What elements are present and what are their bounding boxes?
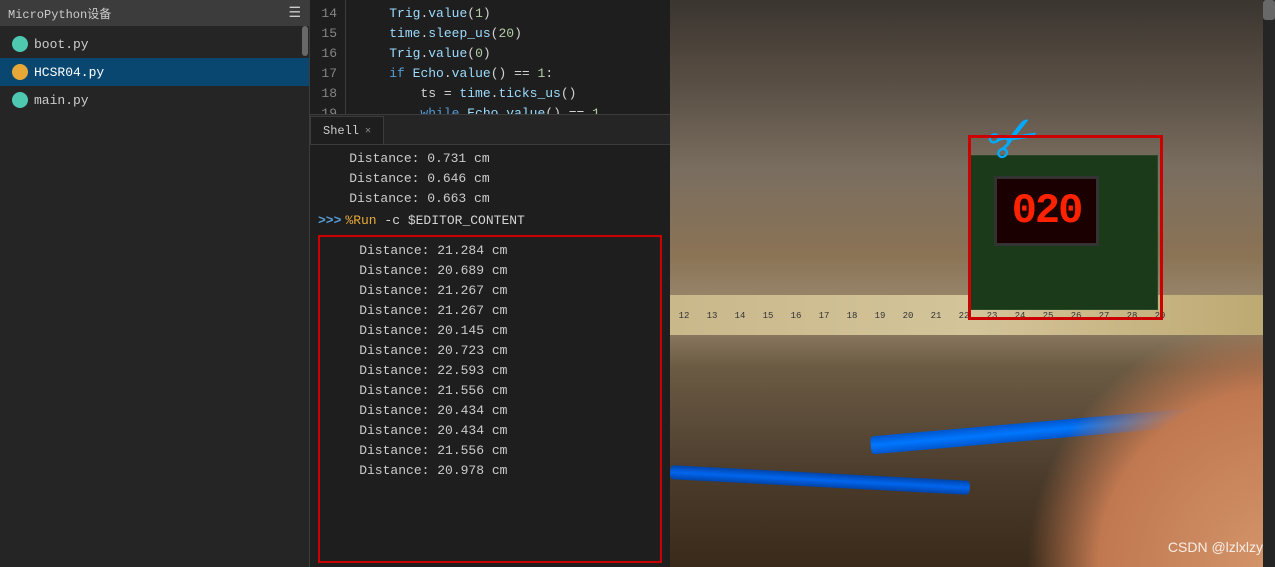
- code-line: Trig.value(1): [358, 4, 670, 24]
- shell-command-text: %Run -c $EDITOR_CONTENT: [345, 211, 524, 231]
- ruler-mark: 18: [838, 310, 866, 321]
- image-scrollbar-thumb[interactable]: [1263, 0, 1275, 20]
- output-box: Distance: 21.284 cm Distance: 20.689 cm …: [318, 235, 662, 563]
- file-name-label: HCSR04.py: [34, 65, 104, 80]
- code-line: while Echo.value() == 1: [358, 104, 670, 114]
- image-panel: 121314151617181920212223242526272829 020…: [670, 0, 1275, 567]
- shell-tab[interactable]: Shell ✕: [310, 116, 384, 144]
- file-icon: [12, 36, 28, 52]
- output-line: Distance: 21.556 cm: [328, 381, 652, 401]
- sidebar-menu-icon[interactable]: ☰: [288, 5, 301, 22]
- sidebar-file-item[interactable]: HCSR04.py: [0, 58, 309, 86]
- sidebar-file-item[interactable]: boot.py: [0, 30, 309, 58]
- code-content[interactable]: Trig.value(1) time.sleep_us(20) Trig.val…: [346, 0, 670, 114]
- hand-decoration: [1025, 317, 1275, 567]
- line-number: 18: [314, 84, 337, 104]
- line-number: 15: [314, 24, 337, 44]
- ruler-mark: 16: [782, 310, 810, 321]
- shell-pre-output: Distance: 0.731 cm Distance: 0.646 cm Di…: [318, 149, 662, 209]
- shell-tab-close-icon[interactable]: ✕: [365, 125, 371, 137]
- shell-pre-output-line: Distance: 0.663 cm: [318, 189, 662, 209]
- image-scrollbar[interactable]: [1263, 0, 1275, 567]
- ruler-mark: 17: [810, 310, 838, 321]
- ruler-mark: 20: [894, 310, 922, 321]
- code-line: time.sleep_us(20): [358, 24, 670, 44]
- line-number: 19: [314, 104, 337, 114]
- output-line: Distance: 22.593 cm: [328, 361, 652, 381]
- file-icon: [12, 64, 28, 80]
- file-name-label: main.py: [34, 93, 89, 108]
- line-numbers: 141516171819: [310, 0, 346, 114]
- output-line: Distance: 20.689 cm: [328, 261, 652, 281]
- ruler-mark: 21: [922, 310, 950, 321]
- output-line: Distance: 20.434 cm: [328, 421, 652, 441]
- shell-pre-output-line: Distance: 0.646 cm: [318, 169, 662, 189]
- line-number: 17: [314, 64, 337, 84]
- output-line: Distance: 21.556 cm: [328, 441, 652, 461]
- output-line: Distance: 21.267 cm: [328, 281, 652, 301]
- shell-content[interactable]: Distance: 0.731 cm Distance: 0.646 cm Di…: [310, 145, 670, 567]
- shell-pre-output-line: Distance: 0.731 cm: [318, 149, 662, 169]
- shell-run-keyword: %Run: [345, 213, 376, 228]
- code-line: ts = time.ticks_us(): [358, 84, 670, 104]
- sidebar-scrollbar-thumb[interactable]: [302, 26, 308, 56]
- output-line: Distance: 20.145 cm: [328, 321, 652, 341]
- shell-command-line: >>> %Run -c $EDITOR_CONTENT: [318, 211, 662, 231]
- sidebar-title: MicroPython设备: [8, 5, 111, 22]
- output-line: Distance: 21.284 cm: [328, 241, 652, 261]
- watermark: CSDN @lzlxlzy: [1168, 539, 1263, 555]
- output-line: Distance: 20.978 cm: [328, 461, 652, 481]
- shell-area: Shell ✕ Distance: 0.731 cm Distance: 0.6…: [310, 115, 670, 567]
- output-line: Distance: 20.434 cm: [328, 401, 652, 421]
- line-number: 14: [314, 4, 337, 24]
- sidebar-scrollbar[interactable]: [301, 26, 309, 567]
- sidebar-file-item[interactable]: main.py: [0, 86, 309, 114]
- code-lines: 141516171819 Trig.value(1) time.sleep_us…: [310, 0, 670, 114]
- image-highlight-box: [968, 135, 1163, 320]
- file-list: boot.py HCSR04.py main.py: [0, 26, 309, 567]
- shell-command-args: -c $EDITOR_CONTENT: [377, 213, 525, 228]
- ruler-mark: 12: [670, 310, 698, 321]
- ruler-mark: 15: [754, 310, 782, 321]
- line-number: 16: [314, 44, 337, 64]
- image-background: 121314151617181920212223242526272829 020…: [670, 0, 1275, 567]
- shell-prompt: >>>: [318, 211, 341, 231]
- output-line: Distance: 20.723 cm: [328, 341, 652, 361]
- output-line: Distance: 21.267 cm: [328, 301, 652, 321]
- main-content: 141516171819 Trig.value(1) time.sleep_us…: [310, 0, 670, 567]
- ruler-mark: 14: [726, 310, 754, 321]
- ruler-mark: 19: [866, 310, 894, 321]
- file-icon: [12, 92, 28, 108]
- code-line: Trig.value(0): [358, 44, 670, 64]
- shell-tab-bar: Shell ✕: [310, 115, 670, 145]
- shell-tab-label: Shell: [323, 124, 359, 138]
- file-sidebar: MicroPython设备 ☰ boot.py HCSR04.py main.py: [0, 0, 310, 567]
- file-name-label: boot.py: [34, 37, 89, 52]
- code-editor: 141516171819 Trig.value(1) time.sleep_us…: [310, 0, 670, 115]
- code-line: if Echo.value() == 1:: [358, 64, 670, 84]
- ruler-mark: 13: [698, 310, 726, 321]
- sidebar-header: MicroPython设备 ☰: [0, 0, 309, 26]
